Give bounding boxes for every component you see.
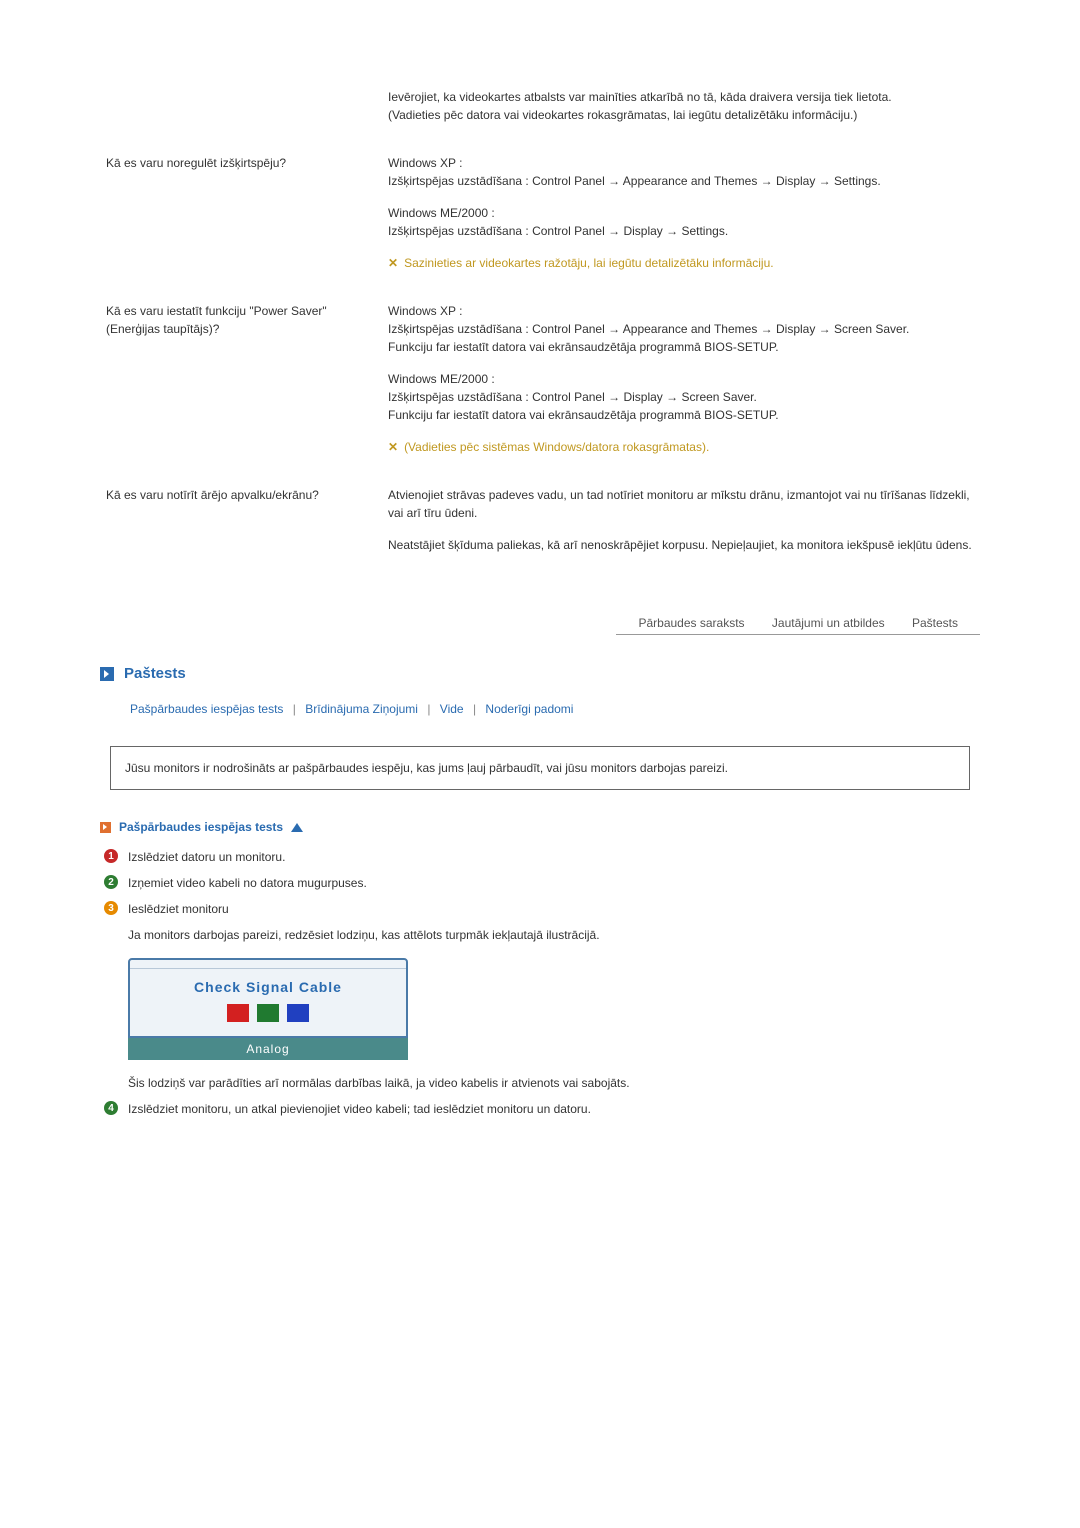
- osd-bottom-bar: Analog: [128, 1038, 408, 1060]
- osd-color-row: [130, 1004, 406, 1036]
- qa-question: Kā es varu notīrīt ārējo apvalku/ekrānu?: [100, 478, 382, 576]
- subhead-arrow-icon: [100, 822, 111, 833]
- step-item: 1 Izslēdziet datoru un monitoru.: [104, 848, 980, 866]
- qa-row: Kā es varu noregulēt izšķirtspēju? Windo…: [100, 146, 980, 294]
- step-text: Izslēdziet monitoru, un atkal pievienoji…: [128, 1100, 980, 1118]
- qa-answer: Ievērojiet, ka videokartes atbalsts var …: [382, 80, 980, 146]
- section-title: Paštests: [124, 665, 186, 682]
- step-item: 3 Ieslēdziet monitoru Ja monitors darboj…: [104, 900, 980, 1092]
- steps-list: 1 Izslēdziet datoru un monitoru. 2 Izņem…: [104, 848, 980, 1118]
- qa-question: [100, 80, 382, 146]
- qa-table: Ievērojiet, ka videokartes atbalsts var …: [100, 80, 980, 576]
- color-square-blue-icon: [287, 1004, 309, 1022]
- step-subtext: Šis lodziņš var parādīties arī normālas …: [128, 1074, 980, 1092]
- answer-block: Ievērojiet, ka videokartes atbalsts var …: [388, 88, 974, 124]
- section-arrow-icon: [100, 667, 114, 681]
- qa-answer: Windows XP : Izšķirtspējas uzstādīšana :…: [382, 146, 980, 294]
- note-icon: ✕: [388, 254, 398, 272]
- step-number-icon: 2: [104, 875, 118, 889]
- step-text: Ieslēdziet monitoru: [128, 900, 980, 918]
- note-block: ✕ (Vadieties pēc sistēmas Windows/datora…: [388, 438, 974, 456]
- subnav-tips[interactable]: Noderīgi padomi: [485, 702, 573, 716]
- step-item: 2 Izņemiet video kabeli no datora mugurp…: [104, 874, 980, 892]
- subnav-environment[interactable]: Vide: [440, 702, 464, 716]
- qa-question: Kā es varu iestatīt funkciju "Power Save…: [100, 294, 382, 478]
- answer-block: Windows ME/2000 : Izšķirtspējas uzstādīš…: [388, 204, 974, 240]
- osd-popup: Check Signal Cable Analog: [128, 958, 408, 1060]
- separator: |: [293, 702, 296, 716]
- note-text: Sazinieties ar videokartes ražotāju, lai…: [404, 254, 774, 272]
- subnav-warnings[interactable]: Brīdinājuma Ziņojumi: [305, 702, 418, 716]
- step-number-icon: 4: [104, 1101, 118, 1115]
- qa-row: Ievērojiet, ka videokartes atbalsts var …: [100, 80, 980, 146]
- subhead-title: Pašpārbaudes iespējas tests: [119, 820, 283, 834]
- answer-block: Neatstājiet šķīduma paliekas, kā arī nen…: [388, 536, 974, 554]
- step-text: Izslēdziet datoru un monitoru.: [128, 848, 980, 866]
- osd-title: Check Signal Cable: [130, 969, 406, 1004]
- note-text: (Vadieties pēc sistēmas Windows/datora r…: [404, 438, 709, 456]
- color-square-green-icon: [257, 1004, 279, 1022]
- separator: |: [427, 702, 430, 716]
- tabs-inner: Pārbaudes saraksts Jautājumi un atbildes…: [616, 616, 980, 635]
- osd-outer: Check Signal Cable: [128, 958, 408, 1038]
- section-title-row: Paštests: [100, 665, 980, 682]
- tab-qa[interactable]: Jautājumi un atbildes: [772, 616, 885, 630]
- osd-top-bar: [130, 960, 406, 969]
- step-body: Ieslēdziet monitoru Ja monitors darbojas…: [128, 900, 980, 1092]
- qa-answer: Atvienojiet strāvas padeves vadu, un tad…: [382, 478, 980, 576]
- answer-block: Windows XP : Izšķirtspējas uzstādīšana :…: [388, 302, 974, 356]
- step-text: Izņemiet video kabeli no datora mugurpus…: [128, 874, 980, 892]
- note-block: ✕ Sazinieties ar videokartes ražotāju, l…: [388, 254, 974, 272]
- color-square-red-icon: [227, 1004, 249, 1022]
- step-number-icon: 3: [104, 901, 118, 915]
- tab-checklist[interactable]: Pārbaudes saraksts: [638, 616, 744, 630]
- collapse-up-icon[interactable]: [291, 823, 303, 832]
- subnav-selftest[interactable]: Pašpārbaudes iespējas tests: [130, 702, 283, 716]
- subheading-row: Pašpārbaudes iespējas tests: [100, 820, 980, 834]
- note-icon: ✕: [388, 438, 398, 456]
- info-box: Jūsu monitors ir nodrošināts ar pašpārba…: [110, 746, 970, 790]
- step-number-icon: 1: [104, 849, 118, 863]
- qa-row: Kā es varu notīrīt ārējo apvalku/ekrānu?…: [100, 478, 980, 576]
- subnav: Pašpārbaudes iespējas tests | Brīdinājum…: [130, 702, 980, 716]
- separator: |: [473, 702, 476, 716]
- answer-block: Windows XP : Izšķirtspējas uzstādīšana :…: [388, 154, 974, 190]
- qa-answer: Windows XP : Izšķirtspējas uzstādīšana :…: [382, 294, 980, 478]
- step-subtext: Ja monitors darbojas pareizi, redzēsiet …: [128, 926, 980, 944]
- qa-question: Kā es varu noregulēt izšķirtspēju?: [100, 146, 382, 294]
- answer-block: Windows ME/2000 : Izšķirtspējas uzstādīš…: [388, 370, 974, 424]
- tabs-row: Pārbaudes saraksts Jautājumi un atbildes…: [100, 616, 980, 635]
- qa-row: Kā es varu iestatīt funkciju "Power Save…: [100, 294, 980, 478]
- answer-block: Atvienojiet strāvas padeves vadu, un tad…: [388, 486, 974, 522]
- step-item: 4 Izslēdziet monitoru, un atkal pievieno…: [104, 1100, 980, 1118]
- tab-selftest[interactable]: Paštests: [912, 616, 958, 630]
